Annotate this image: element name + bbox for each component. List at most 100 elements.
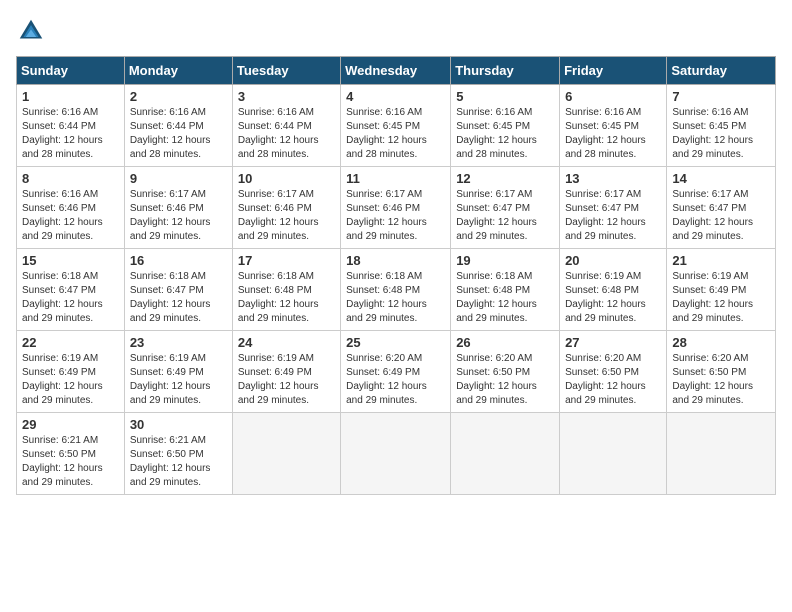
- calendar-day-28: 28 Sunrise: 6:20 AM Sunset: 6:50 PM Dayli…: [667, 331, 776, 413]
- calendar-week-3: 15 Sunrise: 6:18 AM Sunset: 6:47 PM Dayli…: [17, 249, 776, 331]
- day-number: 3: [238, 89, 335, 104]
- calendar-day-3: 3 Sunrise: 6:16 AM Sunset: 6:44 PM Daylig…: [232, 85, 340, 167]
- calendar-day-22: 22 Sunrise: 6:19 AM Sunset: 6:49 PM Dayli…: [17, 331, 125, 413]
- calendar-day-8: 8Sunrise: 6:16 AM Sunset: 6:46 PM Daylig…: [17, 167, 125, 249]
- day-info: Sunrise: 6:21 AM Sunset: 6:50 PM Dayligh…: [130, 434, 227, 490]
- day-number: 17: [238, 253, 335, 268]
- day-info: Sunrise: 6:20 AM Sunset: 6:49 PM Dayligh…: [346, 352, 445, 408]
- day-info: Sunrise: 6:20 AM Sunset: 6:50 PM Dayligh…: [672, 352, 770, 408]
- day-info: Sunrise: 6:17 AM Sunset: 6:47 PM Dayligh…: [456, 188, 554, 244]
- calendar-day-1: 1 Sunrise: 6:16 AM Sunset: 6:44 PM Daylig…: [17, 85, 125, 167]
- calendar-day-24: 24 Sunrise: 6:19 AM Sunset: 6:49 PM Dayli…: [232, 331, 340, 413]
- calendar-week-2: 8Sunrise: 6:16 AM Sunset: 6:46 PM Daylig…: [17, 167, 776, 249]
- day-number: 29: [22, 417, 119, 432]
- calendar-day-17: 17 Sunrise: 6:18 AM Sunset: 6:48 PM Dayli…: [232, 249, 340, 331]
- header-tuesday: Tuesday: [232, 57, 340, 85]
- day-number: 7: [672, 89, 770, 104]
- calendar: SundayMondayTuesdayWednesdayThursdayFrid…: [16, 56, 776, 495]
- calendar-day-30: 30 Sunrise: 6:21 AM Sunset: 6:50 PM Dayli…: [124, 413, 232, 495]
- calendar-day-11: 11 Sunrise: 6:17 AM Sunset: 6:46 PM Dayli…: [341, 167, 451, 249]
- calendar-day-20: 20 Sunrise: 6:19 AM Sunset: 6:48 PM Dayli…: [560, 249, 667, 331]
- day-number: 13: [565, 171, 661, 186]
- day-info: Sunrise: 6:20 AM Sunset: 6:50 PM Dayligh…: [456, 352, 554, 408]
- day-info: Sunrise: 6:17 AM Sunset: 6:47 PM Dayligh…: [565, 188, 661, 244]
- day-info: Sunrise: 6:18 AM Sunset: 6:48 PM Dayligh…: [238, 270, 335, 326]
- day-number: 24: [238, 335, 335, 350]
- day-number: 15: [22, 253, 119, 268]
- calendar-empty: [232, 413, 340, 495]
- day-number: 2: [130, 89, 227, 104]
- header-monday: Monday: [124, 57, 232, 85]
- day-info: Sunrise: 6:16 AM Sunset: 6:45 PM Dayligh…: [346, 106, 445, 162]
- day-number: 12: [456, 171, 554, 186]
- calendar-week-1: 1 Sunrise: 6:16 AM Sunset: 6:44 PM Daylig…: [17, 85, 776, 167]
- day-number: 16: [130, 253, 227, 268]
- calendar-day-16: 16 Sunrise: 6:18 AM Sunset: 6:47 PM Dayli…: [124, 249, 232, 331]
- calendar-day-21: 21 Sunrise: 6:19 AM Sunset: 6:49 PM Dayli…: [667, 249, 776, 331]
- day-info: Sunrise: 6:19 AM Sunset: 6:49 PM Dayligh…: [238, 352, 335, 408]
- calendar-header-row: SundayMondayTuesdayWednesdayThursdayFrid…: [17, 57, 776, 85]
- calendar-day-7: 7 Sunrise: 6:16 AM Sunset: 6:45 PM Daylig…: [667, 85, 776, 167]
- day-number: 21: [672, 253, 770, 268]
- page-header: [16, 16, 776, 46]
- day-info: Sunrise: 6:18 AM Sunset: 6:48 PM Dayligh…: [346, 270, 445, 326]
- day-number: 11: [346, 171, 445, 186]
- calendar-day-9: 9 Sunrise: 6:17 AM Sunset: 6:46 PM Daylig…: [124, 167, 232, 249]
- day-number: 14: [672, 171, 770, 186]
- day-info: Sunrise: 6:21 AM Sunset: 6:50 PM Dayligh…: [22, 434, 119, 490]
- header-friday: Friday: [560, 57, 667, 85]
- day-number: 26: [456, 335, 554, 350]
- day-info: Sunrise: 6:16 AM Sunset: 6:44 PM Dayligh…: [130, 106, 227, 162]
- day-number: 19: [456, 253, 554, 268]
- calendar-day-23: 23 Sunrise: 6:19 AM Sunset: 6:49 PM Dayli…: [124, 331, 232, 413]
- calendar-day-14: 14 Sunrise: 6:17 AM Sunset: 6:47 PM Dayli…: [667, 167, 776, 249]
- calendar-day-25: 25 Sunrise: 6:20 AM Sunset: 6:49 PM Dayli…: [341, 331, 451, 413]
- header-wednesday: Wednesday: [341, 57, 451, 85]
- day-number: 18: [346, 253, 445, 268]
- calendar-week-4: 22 Sunrise: 6:19 AM Sunset: 6:49 PM Dayli…: [17, 331, 776, 413]
- day-number: 1: [22, 89, 119, 104]
- day-info: Sunrise: 6:16 AM Sunset: 6:45 PM Dayligh…: [456, 106, 554, 162]
- logo-icon: [16, 16, 46, 46]
- day-info: Sunrise: 6:16 AM Sunset: 6:45 PM Dayligh…: [565, 106, 661, 162]
- day-number: 20: [565, 253, 661, 268]
- day-info: Sunrise: 6:18 AM Sunset: 6:48 PM Dayligh…: [456, 270, 554, 326]
- calendar-day-29: 29 Sunrise: 6:21 AM Sunset: 6:50 PM Dayli…: [17, 413, 125, 495]
- day-info: Sunrise: 6:17 AM Sunset: 6:46 PM Dayligh…: [238, 188, 335, 244]
- header-sunday: Sunday: [17, 57, 125, 85]
- calendar-empty: [451, 413, 560, 495]
- day-number: 6: [565, 89, 661, 104]
- day-number: 9: [130, 171, 227, 186]
- day-info: Sunrise: 6:17 AM Sunset: 6:47 PM Dayligh…: [672, 188, 770, 244]
- day-info: Sunrise: 6:16 AM Sunset: 6:45 PM Dayligh…: [672, 106, 770, 162]
- day-number: 23: [130, 335, 227, 350]
- calendar-day-12: 12 Sunrise: 6:17 AM Sunset: 6:47 PM Dayli…: [451, 167, 560, 249]
- calendar-day-26: 26 Sunrise: 6:20 AM Sunset: 6:50 PM Dayli…: [451, 331, 560, 413]
- day-info: Sunrise: 6:19 AM Sunset: 6:49 PM Dayligh…: [130, 352, 227, 408]
- day-info: Sunrise: 6:18 AM Sunset: 6:47 PM Dayligh…: [22, 270, 119, 326]
- calendar-day-15: 15 Sunrise: 6:18 AM Sunset: 6:47 PM Dayli…: [17, 249, 125, 331]
- day-number: 22: [22, 335, 119, 350]
- day-info: Sunrise: 6:16 AM Sunset: 6:46 PM Dayligh…: [22, 188, 119, 244]
- calendar-empty: [560, 413, 667, 495]
- day-info: Sunrise: 6:19 AM Sunset: 6:49 PM Dayligh…: [22, 352, 119, 408]
- day-number: 4: [346, 89, 445, 104]
- calendar-day-4: 4 Sunrise: 6:16 AM Sunset: 6:45 PM Daylig…: [341, 85, 451, 167]
- day-info: Sunrise: 6:19 AM Sunset: 6:48 PM Dayligh…: [565, 270, 661, 326]
- calendar-day-6: 6 Sunrise: 6:16 AM Sunset: 6:45 PM Daylig…: [560, 85, 667, 167]
- calendar-day-5: 5 Sunrise: 6:16 AM Sunset: 6:45 PM Daylig…: [451, 85, 560, 167]
- day-number: 25: [346, 335, 445, 350]
- calendar-day-2: 2 Sunrise: 6:16 AM Sunset: 6:44 PM Daylig…: [124, 85, 232, 167]
- day-info: Sunrise: 6:17 AM Sunset: 6:46 PM Dayligh…: [130, 188, 227, 244]
- calendar-empty: [341, 413, 451, 495]
- day-number: 27: [565, 335, 661, 350]
- calendar-day-27: 27Sunrise: 6:20 AM Sunset: 6:50 PM Dayli…: [560, 331, 667, 413]
- day-info: Sunrise: 6:16 AM Sunset: 6:44 PM Dayligh…: [238, 106, 335, 162]
- day-number: 30: [130, 417, 227, 432]
- day-number: 5: [456, 89, 554, 104]
- day-info: Sunrise: 6:18 AM Sunset: 6:47 PM Dayligh…: [130, 270, 227, 326]
- day-info: Sunrise: 6:19 AM Sunset: 6:49 PM Dayligh…: [672, 270, 770, 326]
- day-info: Sunrise: 6:16 AM Sunset: 6:44 PM Dayligh…: [22, 106, 119, 162]
- day-number: 28: [672, 335, 770, 350]
- day-info: Sunrise: 6:17 AM Sunset: 6:46 PM Dayligh…: [346, 188, 445, 244]
